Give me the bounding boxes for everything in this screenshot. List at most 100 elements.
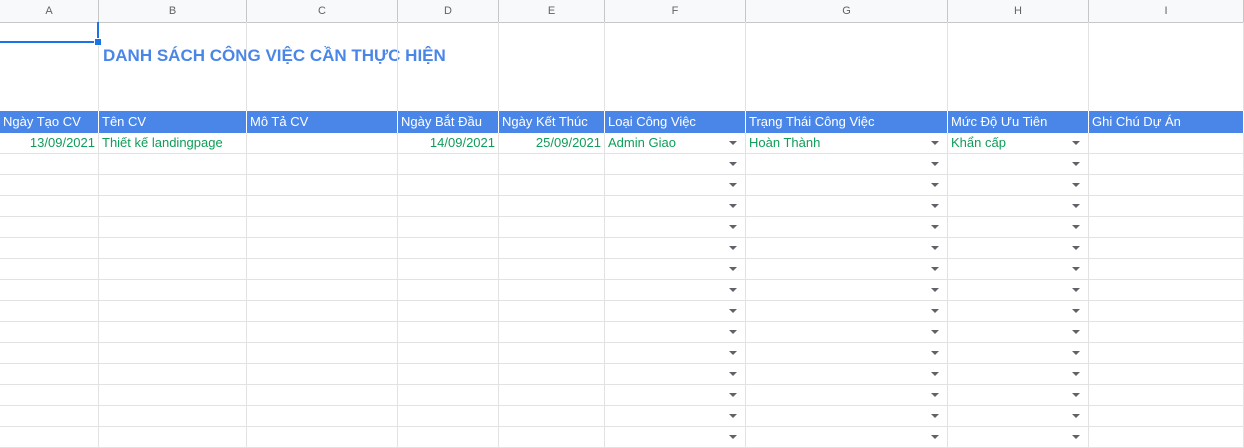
cell-g[interactable] bbox=[746, 196, 948, 216]
cell-e[interactable] bbox=[499, 301, 605, 321]
chevron-down-icon[interactable] bbox=[729, 330, 737, 334]
cell-e[interactable]: 25/09/2021 bbox=[499, 133, 605, 153]
cell-d[interactable] bbox=[398, 406, 499, 426]
header-cell-e[interactable]: Ngày Kết Thúc bbox=[499, 111, 605, 133]
cell-a[interactable] bbox=[0, 385, 99, 405]
chevron-down-icon[interactable] bbox=[1072, 351, 1080, 355]
cell-c[interactable] bbox=[247, 238, 398, 258]
cell-d[interactable] bbox=[398, 196, 499, 216]
cell-d[interactable] bbox=[398, 385, 499, 405]
cell-c[interactable] bbox=[247, 301, 398, 321]
cell-b[interactable] bbox=[99, 301, 247, 321]
chevron-down-icon[interactable] bbox=[931, 435, 939, 439]
cell-b[interactable] bbox=[99, 217, 247, 237]
cell-g[interactable] bbox=[746, 217, 948, 237]
cell-h[interactable] bbox=[948, 301, 1089, 321]
cell-a[interactable] bbox=[0, 301, 99, 321]
chevron-down-icon[interactable] bbox=[931, 162, 939, 166]
cell-f[interactable] bbox=[605, 406, 746, 426]
cell-g[interactable] bbox=[746, 364, 948, 384]
cell-c[interactable] bbox=[247, 280, 398, 300]
chevron-down-icon[interactable] bbox=[931, 309, 939, 313]
cell-e[interactable] bbox=[499, 322, 605, 342]
chevron-down-icon[interactable] bbox=[931, 204, 939, 208]
cell-h[interactable] bbox=[948, 406, 1089, 426]
cell-b[interactable] bbox=[99, 175, 247, 195]
chevron-down-icon[interactable] bbox=[1072, 246, 1080, 250]
cell-b[interactable] bbox=[99, 238, 247, 258]
cell-i[interactable] bbox=[1089, 196, 1244, 216]
chevron-down-icon[interactable] bbox=[729, 393, 737, 397]
cell-h[interactable] bbox=[948, 238, 1089, 258]
cell-d[interactable] bbox=[398, 154, 499, 174]
chevron-down-icon[interactable] bbox=[931, 330, 939, 334]
chevron-down-icon[interactable] bbox=[729, 141, 737, 145]
cell-b[interactable] bbox=[99, 364, 247, 384]
cell-c[interactable] bbox=[247, 217, 398, 237]
cell-a[interactable] bbox=[0, 217, 99, 237]
chevron-down-icon[interactable] bbox=[1072, 330, 1080, 334]
chevron-down-icon[interactable] bbox=[931, 267, 939, 271]
chevron-down-icon[interactable] bbox=[729, 351, 737, 355]
cell-f[interactable] bbox=[605, 343, 746, 363]
header-cell-i[interactable]: Ghi Chú Dự Án bbox=[1089, 111, 1244, 133]
chevron-down-icon[interactable] bbox=[729, 435, 737, 439]
cell-f[interactable] bbox=[605, 154, 746, 174]
cell-i[interactable] bbox=[1089, 154, 1244, 174]
cell-b[interactable] bbox=[99, 427, 247, 447]
cell-e[interactable] bbox=[499, 259, 605, 279]
cell-c[interactable] bbox=[247, 427, 398, 447]
chevron-down-icon[interactable] bbox=[729, 267, 737, 271]
cell-g[interactable] bbox=[746, 406, 948, 426]
cell-d[interactable] bbox=[398, 322, 499, 342]
cell-b[interactable] bbox=[99, 406, 247, 426]
cell-b[interactable] bbox=[99, 322, 247, 342]
chevron-down-icon[interactable] bbox=[1072, 309, 1080, 313]
cell-d[interactable] bbox=[398, 427, 499, 447]
cell-c[interactable] bbox=[247, 406, 398, 426]
cell-g[interactable] bbox=[746, 154, 948, 174]
cell-a[interactable] bbox=[0, 406, 99, 426]
cell-d[interactable] bbox=[398, 364, 499, 384]
sheet-title[interactable]: DANH SÁCH CÔNG VIỆC CẦN THỰC HIỆN bbox=[103, 46, 446, 66]
cell-f[interactable] bbox=[605, 322, 746, 342]
cell-c[interactable] bbox=[247, 133, 398, 153]
cell-h[interactable] bbox=[948, 175, 1089, 195]
cell-e[interactable] bbox=[499, 154, 605, 174]
selected-cell-outline[interactable] bbox=[0, 22, 99, 43]
chevron-down-icon[interactable] bbox=[931, 141, 939, 145]
column-header-f[interactable]: F bbox=[605, 0, 746, 22]
cell-d[interactable] bbox=[398, 280, 499, 300]
chevron-down-icon[interactable] bbox=[1072, 414, 1080, 418]
chevron-down-icon[interactable] bbox=[729, 204, 737, 208]
cell-f[interactable] bbox=[605, 175, 746, 195]
cell-a[interactable] bbox=[0, 322, 99, 342]
chevron-down-icon[interactable] bbox=[1072, 288, 1080, 292]
cell-d[interactable] bbox=[398, 175, 499, 195]
cell-h[interactable] bbox=[948, 217, 1089, 237]
chevron-down-icon[interactable] bbox=[931, 393, 939, 397]
cell-a[interactable] bbox=[0, 343, 99, 363]
chevron-down-icon[interactable] bbox=[729, 183, 737, 187]
cell-a[interactable] bbox=[0, 175, 99, 195]
cell-h[interactable] bbox=[948, 196, 1089, 216]
chevron-down-icon[interactable] bbox=[1072, 204, 1080, 208]
column-header-c[interactable]: C bbox=[247, 0, 398, 22]
cell-a[interactable] bbox=[0, 364, 99, 384]
chevron-down-icon[interactable] bbox=[1072, 372, 1080, 376]
cell-c[interactable] bbox=[247, 196, 398, 216]
cell-d[interactable] bbox=[398, 238, 499, 258]
cell-f[interactable] bbox=[605, 280, 746, 300]
chevron-down-icon[interactable] bbox=[729, 414, 737, 418]
column-header-i[interactable]: I bbox=[1089, 0, 1244, 22]
cell-h[interactable] bbox=[948, 322, 1089, 342]
chevron-down-icon[interactable] bbox=[1072, 183, 1080, 187]
cell-h[interactable] bbox=[948, 427, 1089, 447]
chevron-down-icon[interactable] bbox=[729, 225, 737, 229]
chevron-down-icon[interactable] bbox=[729, 162, 737, 166]
cell-e[interactable] bbox=[499, 385, 605, 405]
cell-f[interactable] bbox=[605, 427, 746, 447]
cell-d[interactable] bbox=[398, 301, 499, 321]
cell-a[interactable]: 13/09/2021 bbox=[0, 133, 99, 153]
cell-f[interactable] bbox=[605, 385, 746, 405]
